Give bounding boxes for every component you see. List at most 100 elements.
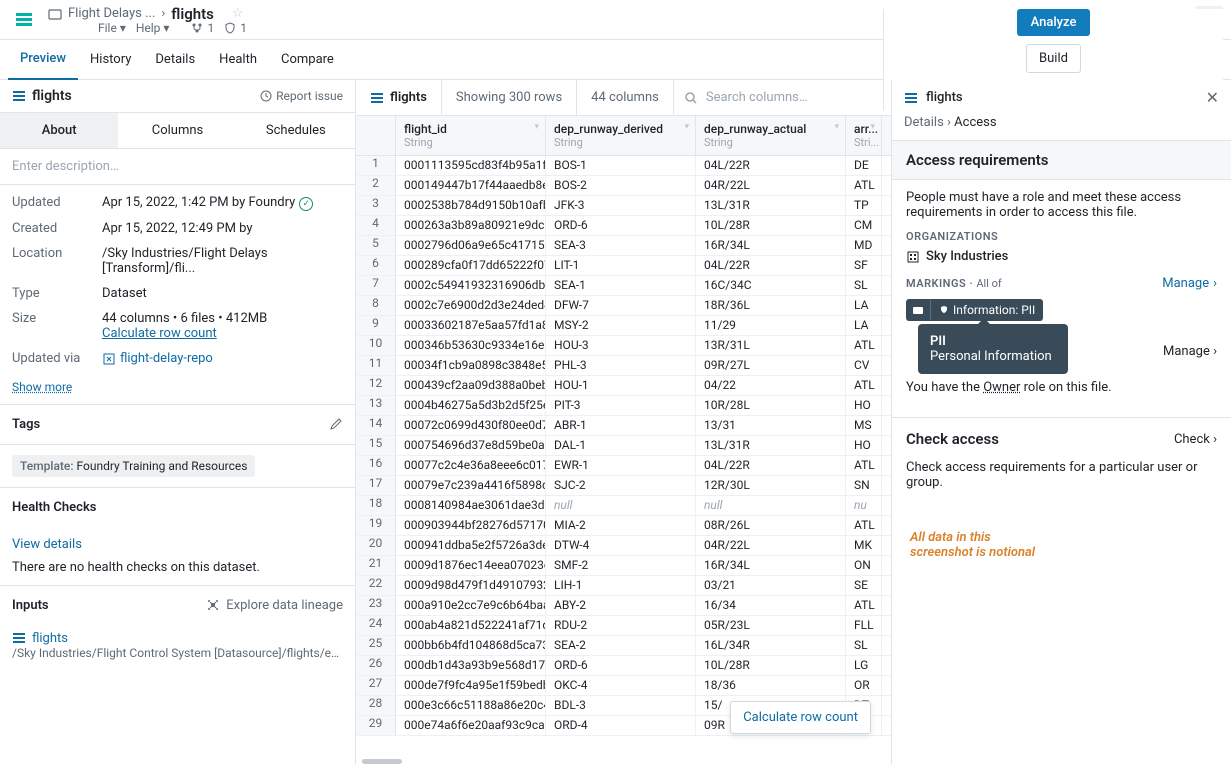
- health-view-details-link[interactable]: View details: [12, 537, 343, 552]
- cell[interactable]: 16R/34L: [696, 236, 846, 255]
- cell[interactable]: OR: [846, 676, 882, 695]
- cell[interactable]: 03/21: [696, 576, 846, 595]
- cell[interactable]: LG: [846, 656, 882, 675]
- breadcrumb-parent[interactable]: Flight Delays ...: [68, 6, 155, 21]
- table-row[interactable]: 23000a910e2cc7e9c6b64baaABY-216/34ATL: [356, 596, 891, 616]
- cell[interactable]: 0002c7e6900d2d3e24ded4: [396, 296, 546, 315]
- table-row[interactable]: 4000263a3b89a80921e9dc3ORD-610L/28RCM: [356, 216, 891, 236]
- cell[interactable]: null: [546, 496, 696, 515]
- table-row[interactable]: 1600077c2c4e36a8eee6c017EWR-104L/22RATL: [356, 456, 891, 476]
- cell[interactable]: 000346b53630c9334e16ed: [396, 336, 546, 355]
- cell[interactable]: 0008140984ae3061dae3d1: [396, 496, 546, 515]
- sidebar-tab-about[interactable]: About: [0, 113, 118, 148]
- table-row[interactable]: 25000bb6b4fd104868d5ca73SEA-216L/34RSL: [356, 636, 891, 656]
- cell[interactable]: 0009d1876ec14eea07023d: [396, 556, 546, 575]
- column-menu-icon[interactable]: ▾: [534, 122, 539, 132]
- cell[interactable]: 10L/28R: [696, 656, 846, 675]
- cell[interactable]: 04R/22L: [696, 176, 846, 195]
- table-row[interactable]: 1400072c0699d430f80ee0d7ABR-113/31MS: [356, 416, 891, 436]
- cell[interactable]: 16L/34R: [696, 636, 846, 655]
- file-menu[interactable]: File ▾: [98, 21, 126, 35]
- column-header[interactable]: flight_idString▾: [396, 116, 546, 155]
- cell[interactable]: 000e3c66c51188a86e20c4: [396, 696, 546, 715]
- table-row[interactable]: 6000289cfa0f17dd65222f07LIT-104L/22RSF: [356, 256, 891, 276]
- cell[interactable]: 16C/34C: [696, 276, 846, 295]
- cell[interactable]: 00034f1cb9a0898c3848e5f: [396, 356, 546, 375]
- table-row[interactable]: 50002796d06a9e65c417157SEA-316R/34LMD: [356, 236, 891, 256]
- description-input[interactable]: Enter description…: [0, 149, 355, 185]
- column-search[interactable]: Search columns…: [674, 90, 891, 105]
- table-row[interactable]: 80002c7e6900d2d3e24ded4DFW-718R/36LLA: [356, 296, 891, 316]
- table-row[interactable]: 180008140984ae3061dae3d1nullnullnu: [356, 496, 891, 516]
- cell[interactable]: HO: [846, 396, 882, 415]
- cell[interactable]: 000754696d37e8d59be0ad: [396, 436, 546, 455]
- cell[interactable]: SL: [846, 636, 882, 655]
- edit-icon[interactable]: [329, 417, 343, 431]
- cell[interactable]: LIH-1: [546, 576, 696, 595]
- cell[interactable]: null: [696, 496, 846, 515]
- cell[interactable]: 13/31: [696, 416, 846, 435]
- cell[interactable]: 000e74a6f6e20aaf93c9ca4: [396, 716, 546, 735]
- cell[interactable]: SF: [846, 256, 882, 275]
- analyze-button[interactable]: Analyze: [1017, 9, 1091, 36]
- cell[interactable]: DFW-7: [546, 296, 696, 315]
- cell[interactable]: HOU-3: [546, 336, 696, 355]
- input-name[interactable]: flights: [32, 631, 68, 646]
- table-row[interactable]: 12000439cf2aa09d388a0bebHOU-104/22ATL: [356, 376, 891, 396]
- column-menu-icon[interactable]: ▾: [870, 122, 875, 132]
- table-row[interactable]: 10001113595cd83f4b95a1f2BOS-104L/22RDE: [356, 156, 891, 176]
- cell[interactable]: nu: [846, 496, 882, 515]
- cell[interactable]: 16R/34L: [696, 556, 846, 575]
- table-row[interactable]: 900033602187e5aa57fd1a8MSY-211/29LA: [356, 316, 891, 336]
- cell[interactable]: SEA-2: [546, 636, 696, 655]
- cell[interactable]: 16/34: [696, 596, 846, 615]
- cell[interactable]: DAL-1: [546, 436, 696, 455]
- cell[interactable]: ATL: [846, 376, 882, 395]
- cell[interactable]: PIT-3: [546, 396, 696, 415]
- close-icon[interactable]: ✕: [1206, 88, 1219, 107]
- cell[interactable]: DTW-4: [546, 536, 696, 555]
- cell[interactable]: CM: [846, 216, 882, 235]
- table-row[interactable]: 24000ab4a821d522241af71dRDU-205R/23LFLL: [356, 616, 891, 636]
- cell[interactable]: 08R/26L: [696, 516, 846, 535]
- cell[interactable]: ORD-6: [546, 656, 696, 675]
- cell[interactable]: CV: [846, 356, 882, 375]
- cell[interactable]: MK: [846, 536, 882, 555]
- crumb-details[interactable]: Details: [904, 115, 944, 130]
- table-row[interactable]: 1700079e7c239a4416f5898d7SJC-212R/30LSN: [356, 476, 891, 496]
- cell[interactable]: MIA-2: [546, 516, 696, 535]
- cell[interactable]: LA: [846, 296, 882, 315]
- cell[interactable]: 0004b46275a5d3b2d5f25e: [396, 396, 546, 415]
- tab-details[interactable]: Details: [143, 40, 207, 80]
- cell[interactable]: 00077c2c4e36a8eee6c017: [396, 456, 546, 475]
- table-row[interactable]: 30002538b784d9150b10afbJFK-313L/31RTP: [356, 196, 891, 216]
- cell[interactable]: 04L/22R: [696, 256, 846, 275]
- shield-indicator[interactable]: 1: [224, 21, 247, 35]
- table-row[interactable]: 10000346b53630c9334e16edHOU-313R/31LATL: [356, 336, 891, 356]
- calculate-row-count-link[interactable]: Calculate row count: [102, 326, 217, 341]
- tab-health[interactable]: Health: [207, 40, 269, 80]
- cell[interactable]: SEA-3: [546, 236, 696, 255]
- cell[interactable]: ORD-4: [546, 716, 696, 735]
- cell[interactable]: JFK-3: [546, 196, 696, 215]
- check-access-link[interactable]: Check ›: [1174, 432, 1217, 447]
- sidebar-tab-columns[interactable]: Columns: [118, 113, 236, 148]
- grid-body[interactable]: 10001113595cd83f4b95a1f2BOS-104L/22RDE20…: [356, 156, 891, 758]
- cell[interactable]: 0002538b784d9150b10afb: [396, 196, 546, 215]
- cell[interactable]: 18R/36L: [696, 296, 846, 315]
- cell[interactable]: 04L/22R: [696, 156, 846, 175]
- marking-chip[interactable]: Information: PII: [906, 299, 1043, 321]
- cell[interactable]: 10L/28R: [696, 216, 846, 235]
- manage-markings-link[interactable]: Manage›: [1162, 276, 1217, 291]
- cell[interactable]: SN: [846, 476, 882, 495]
- cell[interactable]: ATL: [846, 336, 882, 355]
- cell[interactable]: ATL: [846, 176, 882, 195]
- cell[interactable]: 04R/22L: [696, 536, 846, 555]
- table-row[interactable]: 27000de7f9fc4a95e1f59bedbOKC-418/36OR: [356, 676, 891, 696]
- cell[interactable]: MSY-2: [546, 316, 696, 335]
- cell[interactable]: 13L/31R: [696, 196, 846, 215]
- cell[interactable]: DE: [846, 156, 882, 175]
- tab-preview[interactable]: Preview: [8, 40, 78, 80]
- table-row[interactable]: 19000903944bf28276d57170MIA-208R/26LATL: [356, 516, 891, 536]
- cell[interactable]: 0001113595cd83f4b95a1f2: [396, 156, 546, 175]
